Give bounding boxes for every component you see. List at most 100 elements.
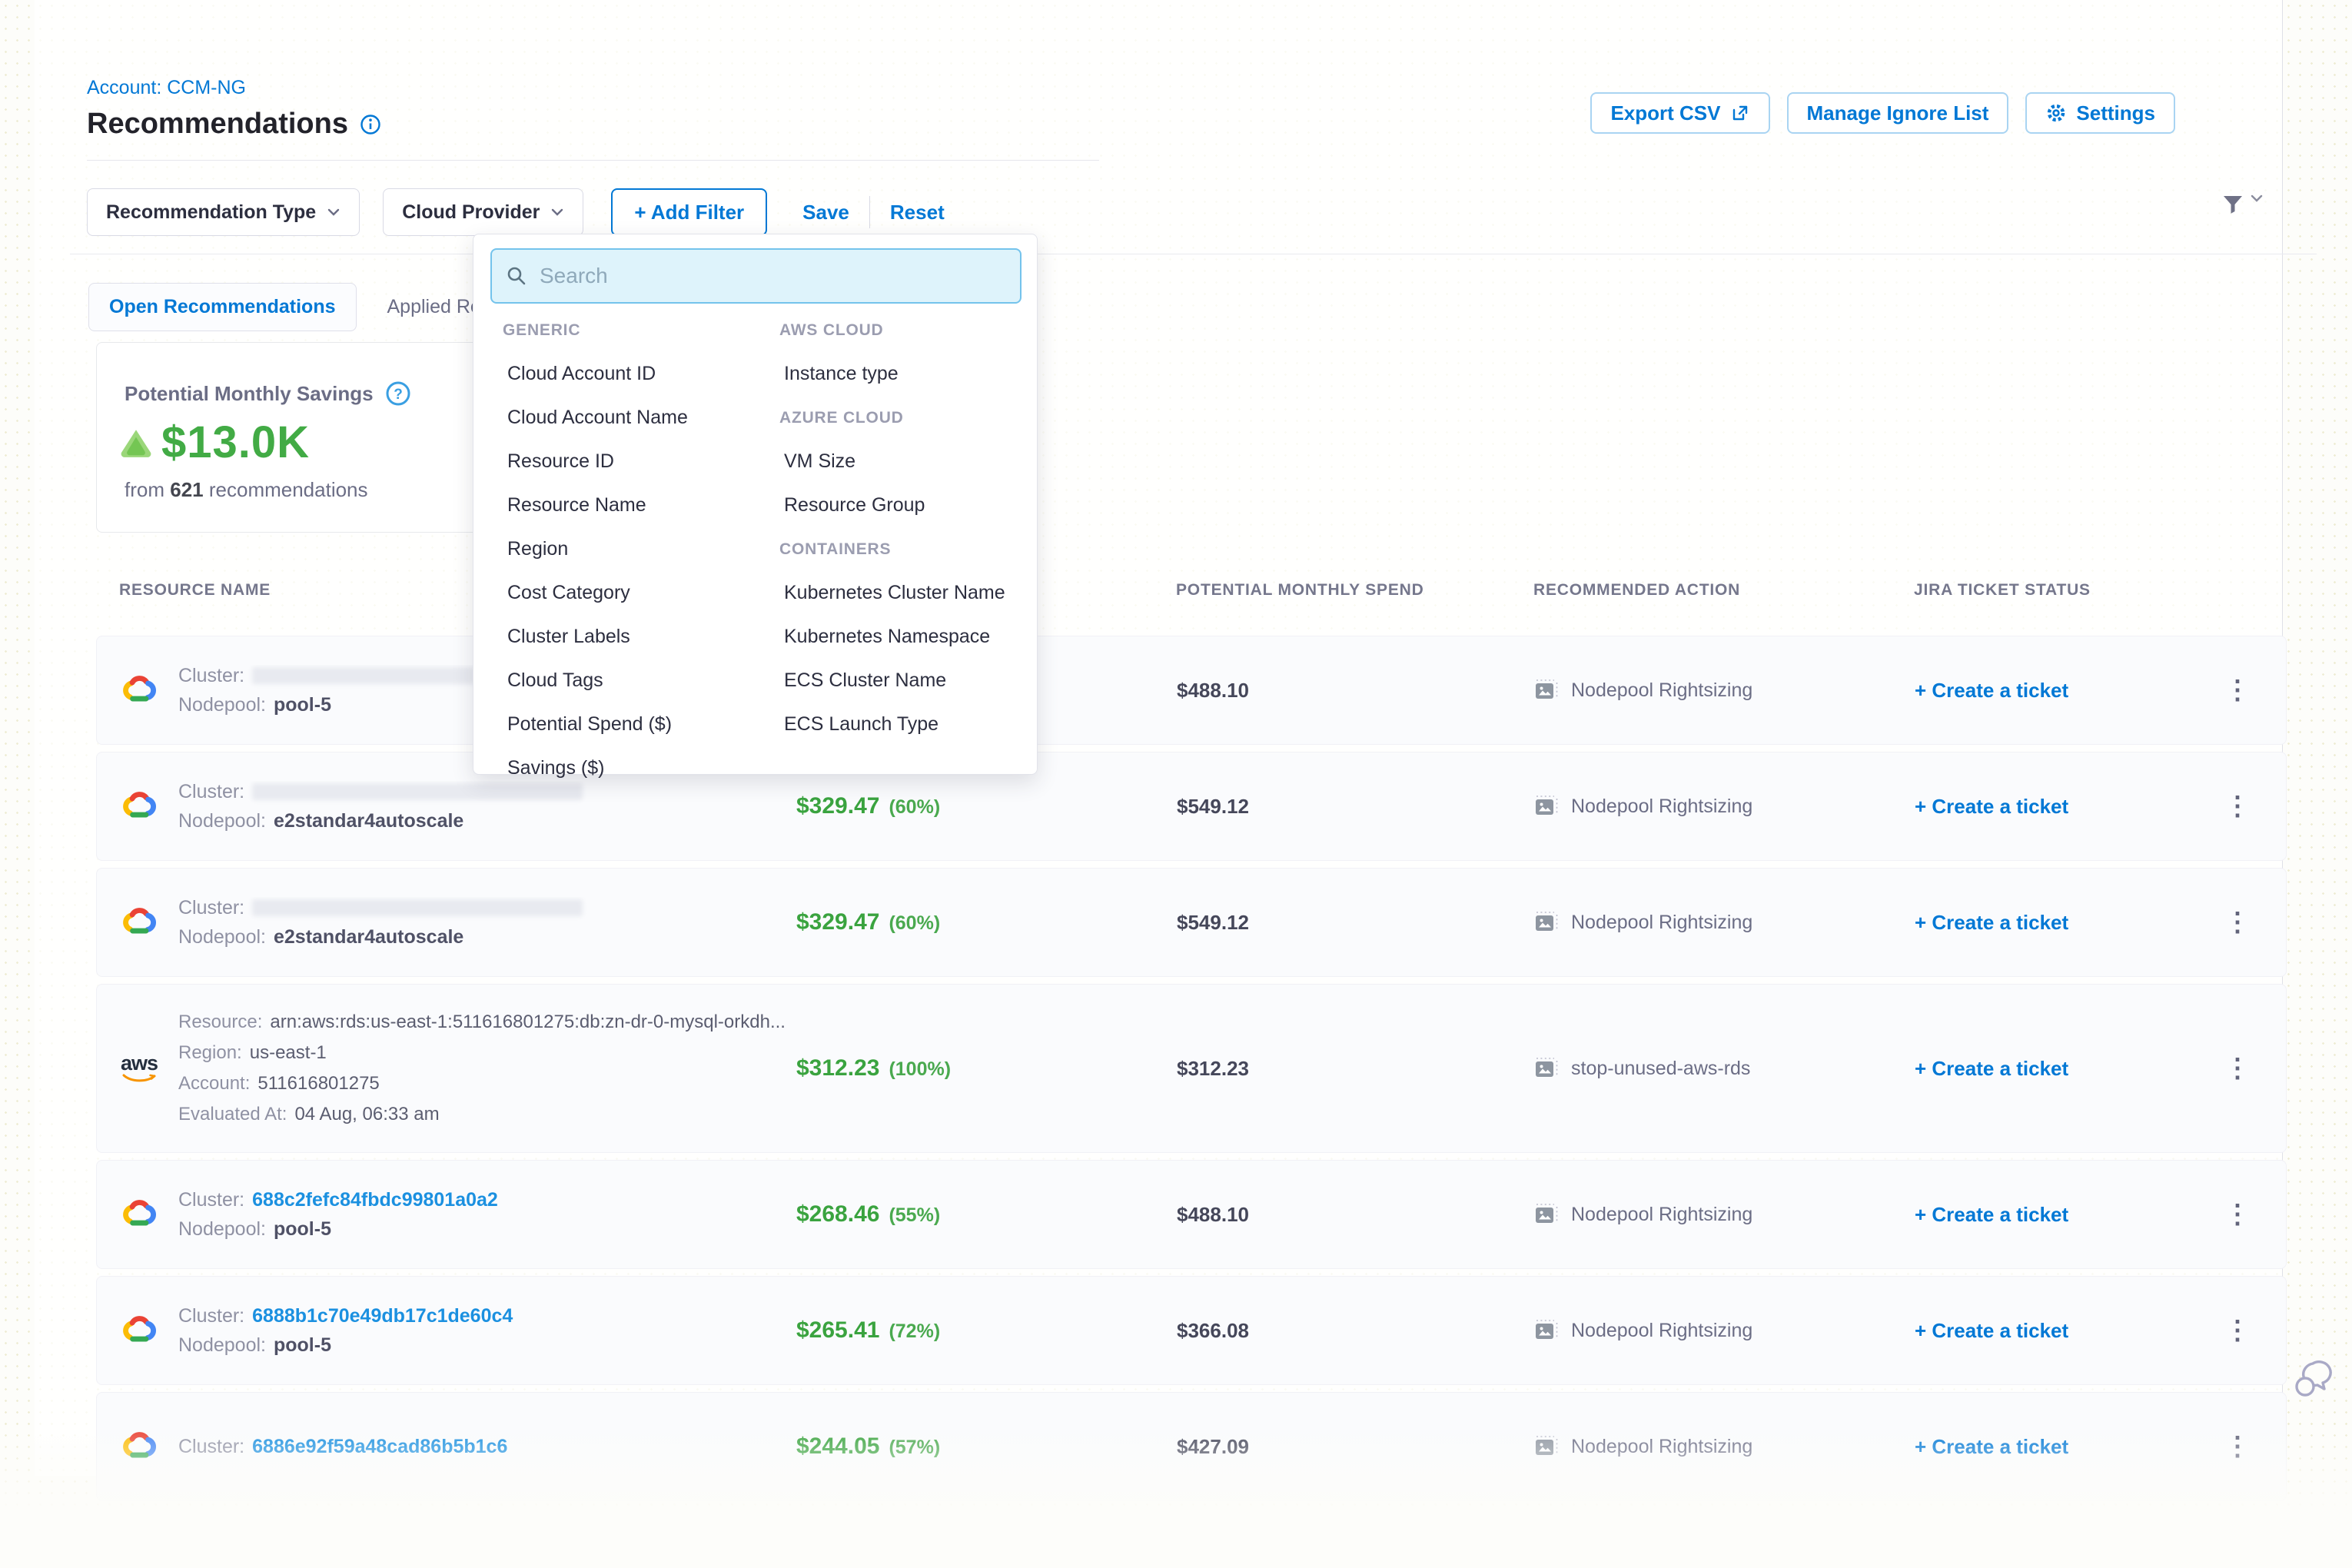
search-input[interactable] [540,264,1006,288]
add-filter-dropdown: GENERICCloud Account IDCloud Account Nam… [473,234,1038,775]
savings-leaf-icon [118,427,154,458]
monthly-spend-value: $488.10 [1177,1203,1534,1227]
row-menu-button[interactable]: ⋮ [2188,1199,2287,1230]
savings-amount: $13.0K [161,417,310,468]
add-filter-button[interactable]: + Add Filter [611,188,767,236]
resource-line-value: 511616801275 [257,1073,379,1095]
filter-option-kubernetes-namespace[interactable]: Kubernetes Namespace [779,615,1033,659]
gcp-cloud-icon [120,1199,158,1230]
recommended-action-cell: Nodepool Rightsizing [1534,911,1915,934]
nodepool-action-icon [1534,1435,1559,1458]
filter-option-potential-spend[interactable]: Potential Spend ($) [503,703,773,746]
monthly-savings-cell: $312.23(100%) [796,1055,1177,1081]
row-menu-button[interactable]: ⋮ [2188,675,2287,706]
manage-ignore-list-button[interactable]: Manage Ignore List [1787,92,2009,134]
filter-option-vm-size[interactable]: VM Size [779,440,1033,483]
redacted-value [252,899,583,916]
nodepool-action-icon [1534,911,1559,934]
filter-group-containers: CONTAINERS [779,527,1033,571]
filter-option-ecs-cluster-name[interactable]: ECS Cluster Name [779,659,1033,703]
gcp-cloud-icon [120,791,158,822]
filter-option-resource-name[interactable]: Resource Name [503,483,773,527]
recommended-action-cell: Nodepool Rightsizing [1534,1435,1915,1458]
column-header-recommended-action: RECOMMENDED ACTION [1533,581,1914,600]
filter-group-azure-cloud: AZURE CLOUD [779,396,1033,440]
save-filter-button[interactable]: Save [802,201,849,224]
filter-group-aws-cloud: AWS CLOUD [779,308,1033,352]
chevron-down-icon [2251,194,2263,203]
filter-option-cloud-account-id[interactable]: Cloud Account ID [503,352,773,396]
resource-line-label: Cluster: [178,1189,244,1211]
recommendation-type-filter[interactable]: Recommendation Type [87,188,360,236]
filter-option-savings[interactable]: Savings ($) [503,746,773,790]
savings-percent: (60%) [889,796,940,818]
chevron-down-icon [550,207,564,218]
recommended-action-cell: Nodepool Rightsizing [1534,795,1915,818]
row-menu-button[interactable]: ⋮ [2188,791,2287,822]
resource-line-label: Cluster: [178,781,244,803]
resource-line-value: pool-5 [274,1334,331,1357]
cluster-link[interactable]: 6888b1c70e49db17c1de60c4 [252,1305,513,1327]
filter-option-cost-category[interactable]: Cost Category [503,571,773,615]
recommended-action-cell: stop-unused-aws-rds [1534,1057,1915,1080]
resource-line-label: Cluster: [178,1305,244,1327]
filter-option-cluster-labels[interactable]: Cluster Labels [503,615,773,659]
row-menu-button[interactable]: ⋮ [2188,1053,2287,1084]
monthly-savings-value: $244.05 [796,1433,879,1459]
row-menu-button[interactable]: ⋮ [2188,1431,2287,1462]
filter-option-cloud-tags[interactable]: Cloud Tags [503,659,773,703]
monthly-savings-cell: $265.41(72%) [796,1317,1177,1344]
recommended-action-cell: Nodepool Rightsizing [1534,679,1915,702]
monthly-savings-cell: $244.05(57%) [796,1433,1177,1460]
create-ticket-button[interactable]: + Create a ticket [1915,795,2068,818]
export-csv-button[interactable]: Export CSV [1590,92,1769,134]
reset-filter-button[interactable]: Reset [890,201,945,224]
table-row: Cluster:Nodepool:pool-5$488.10 Nodepool … [96,636,2287,745]
create-ticket-button[interactable]: + Create a ticket [1915,1435,2068,1458]
settings-button[interactable]: Settings [2025,92,2175,134]
filter-option-region[interactable]: Region [503,527,773,571]
filter-option-ecs-launch-type[interactable]: ECS Launch Type [779,703,1033,746]
row-menu-button[interactable]: ⋮ [2188,907,2287,938]
tab-open-recommendations[interactable]: Open Recommendations [88,283,357,331]
cluster-link[interactable]: 688c2fefc84fbdc99801a0a2 [252,1189,498,1211]
create-ticket-button[interactable]: + Create a ticket [1915,1203,2068,1226]
monthly-savings-value: $312.23 [796,1055,879,1081]
resource-line-value: pool-5 [274,694,331,716]
resource-name-cell: Cluster:Nodepool:e2standar4autoscale [97,897,796,948]
monthly-savings-cell: $329.47 (60%) [796,793,1177,819]
recommended-action-label: Nodepool Rightsizing [1571,1436,1752,1458]
create-ticket-button[interactable]: + Create a ticket [1915,911,2068,934]
monthly-spend-value: $549.12 [1177,911,1534,935]
resource-line-label: Cluster: [178,665,244,687]
monthly-savings-value: $329.47 [796,793,879,819]
gcp-cloud-icon [120,907,158,938]
create-ticket-button[interactable]: + Create a ticket [1915,1057,2068,1080]
filter-option-instance-type[interactable]: Instance type [779,352,1033,396]
filter-option-resource-id[interactable]: Resource ID [503,440,773,483]
table-header: RESOURCE NAMEPOTENTIAL MONTHLY SPENDRECO… [96,569,2287,612]
cluster-link[interactable]: 6886e92f59a48cad86b5b1c6 [252,1436,507,1458]
row-menu-button[interactable]: ⋮ [2188,1315,2287,1346]
cloud-provider-filter[interactable]: Cloud Provider [383,188,583,236]
monthly-spend-value: $312.23 [1177,1057,1534,1081]
monthly-spend-value: $366.08 [1177,1319,1534,1343]
recommended-action-cell: Nodepool Rightsizing [1534,1203,1915,1226]
column-header-potential-monthly-spend: POTENTIAL MONTHLY SPEND [1176,581,1533,600]
filter-panel-toggle[interactable] [2221,194,2263,218]
create-ticket-button[interactable]: + Create a ticket [1915,679,2068,702]
recommended-action-label: Nodepool Rightsizing [1571,1320,1752,1342]
account-breadcrumb[interactable]: Account: CCM-NG [87,77,246,99]
monthly-savings-value: $329.47 [796,909,879,935]
resource-name-cell: Cluster: 6888b1c70e49db17c1de60c4 Nodepool… [97,1305,796,1357]
filter-option-cloud-account-name[interactable]: Cloud Account Name [503,396,773,440]
help-icon[interactable]: ? [384,380,412,407]
savings-percent: (72%) [889,1321,940,1342]
create-ticket-button[interactable]: + Create a ticket [1915,1319,2068,1342]
resource-line-label: Nodepool: [178,1334,266,1357]
info-icon[interactable] [359,113,382,136]
filter-option-kubernetes-cluster-name[interactable]: Kubernetes Cluster Name [779,571,1033,615]
support-chat-icon[interactable] [2292,1357,2337,1403]
filter-options-cloud-column: AWS CLOUDInstance typeAZURE CLOUDVM Size… [779,308,1033,746]
filter-option-resource-group[interactable]: Resource Group [779,483,1033,527]
